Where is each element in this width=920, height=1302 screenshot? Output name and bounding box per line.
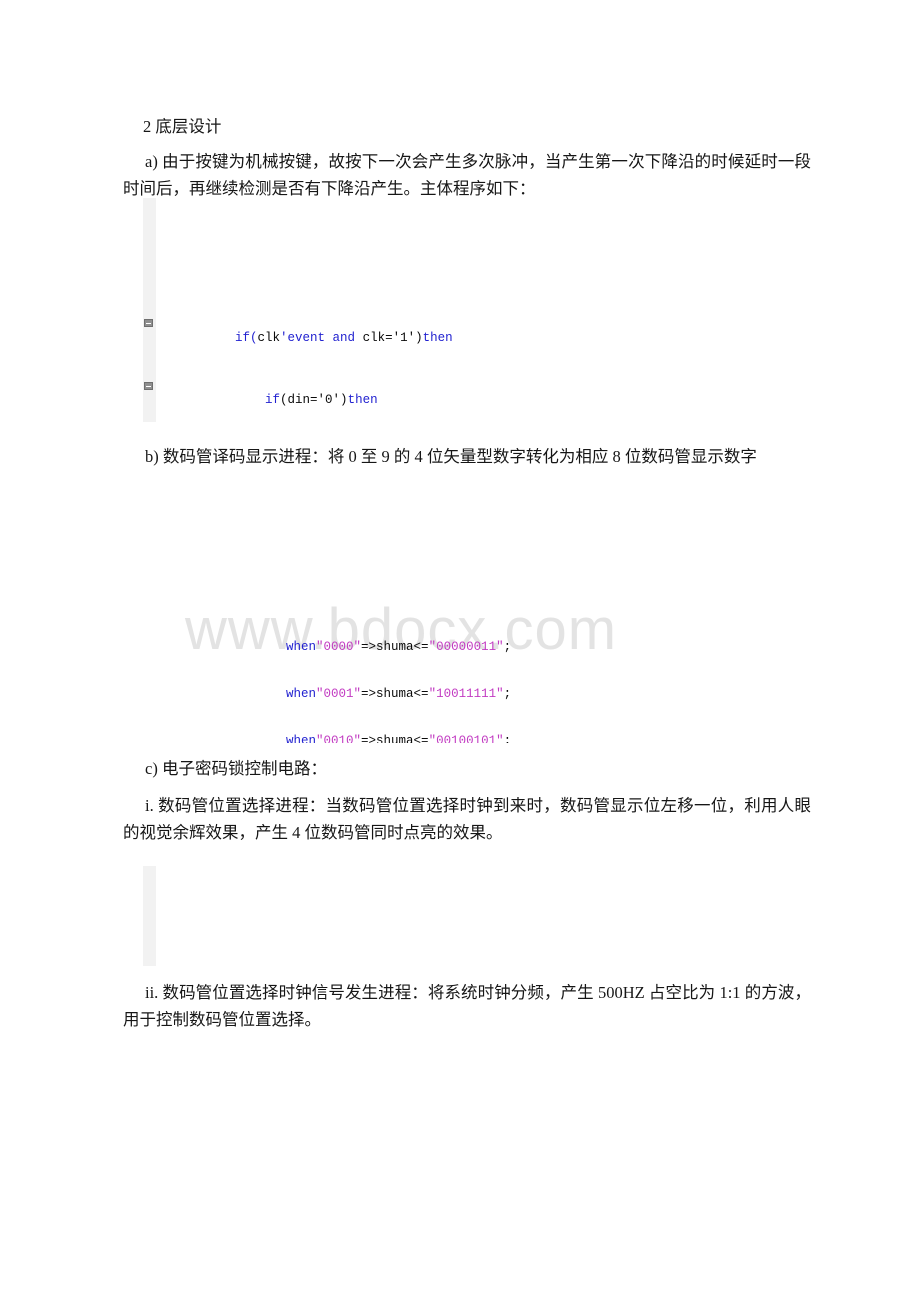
code-lines: when"0000"=>shuma<="00000011"; when"0001…	[143, 568, 583, 743]
fold-marker-icon[interactable]	[144, 318, 153, 327]
code-line: if(clk'event and clk='1')then	[144, 315, 583, 345]
paragraph-c-i-text: i. 数码管位置选择进程：当数码管位置选择时钟到来时，数码管显示位左移一位，利用…	[123, 796, 811, 842]
section-heading-2: 2 底层设计	[143, 117, 222, 136]
code-line: if(din='0')then	[144, 378, 583, 407]
code-line: when"0001"=>shuma<="10011111";	[286, 687, 512, 702]
code-line: when"0000"=>shuma<="00000011";	[286, 639, 512, 654]
code-block-seven-segment-decoder: case yuanma is when"0000"=>shuma<="00000…	[143, 521, 583, 743]
code-line: when"0010"=>shuma<="00100101";	[286, 734, 512, 743]
code-clipped-first-line: begin	[156, 198, 576, 205]
paragraph-a: a) 由于按键为机械按键，故按下一次会产生多次脉冲，当产生第一次下降沿的时候延时…	[123, 148, 811, 202]
paragraph-a-text: a) 由于按键为机械按键，故按下一次会产生多次脉冲，当产生第一次下降沿的时候延时…	[123, 152, 811, 198]
document-page: www.bdocx.com 2 底层设计 a) 由于按键为机械按键，故按下一次会…	[0, 0, 920, 1302]
paragraph-c: c) 电子密码锁控制电路：	[123, 755, 811, 782]
paragraph-c-i: i. 数码管位置选择进程：当数码管位置选择时钟到来时，数码管显示位左移一位，利用…	[123, 792, 811, 846]
paragraph-c-ii: ii. 数码管位置选择时钟信号发生进程：将系统时钟分频，产生 500HZ 占空比…	[123, 979, 811, 1033]
paragraph-c-text: c) 电子密码锁控制电路：	[145, 759, 327, 778]
paragraph-b-text: b) 数码管译码显示进程：将 0 至 9 的 4 位矢量型数字转化为相应 8 位…	[145, 447, 757, 466]
code-block-show-location-set: show_location_set:process(temp_shuma) --…	[143, 866, 843, 966]
code-block-debounce-process: begin if(clk'event and clk='1')then if(d…	[143, 198, 583, 422]
code-clipped-first-line: case yuanma is	[143, 521, 563, 530]
fold-marker-icon[interactable]	[144, 381, 153, 390]
paragraph-b: b) 数码管译码显示进程：将 0 至 9 的 4 位矢量型数字转化为相应 8 位…	[123, 443, 811, 470]
code-lines: if(clk'event and clk='1')then if(din='0'…	[143, 261, 583, 422]
code-line: show_location_set:process(temp_shuma) --…	[156, 962, 843, 966]
code-lines: show_location_set:process(temp_shuma) --…	[143, 913, 843, 966]
paragraph-c-ii-text: ii. 数码管位置选择时钟信号发生进程：将系统时钟分频，产生 500HZ 占空比…	[123, 983, 811, 1029]
